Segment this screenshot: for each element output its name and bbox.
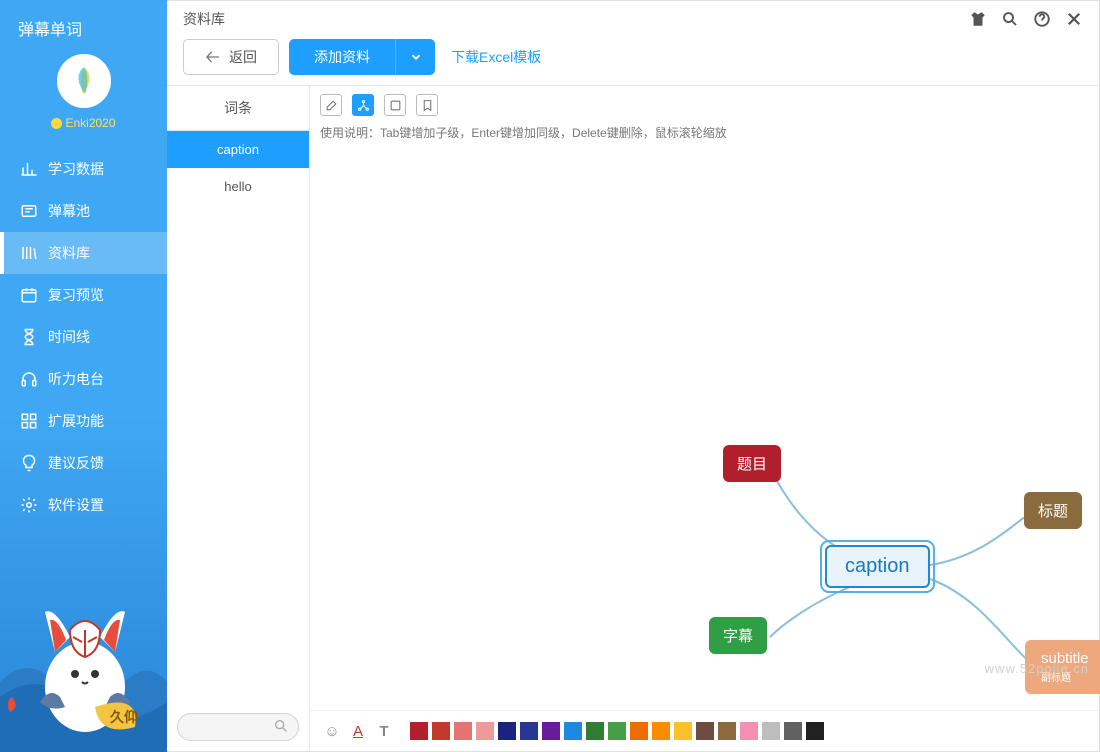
- main-panel: 资料库 返回 添加资料 下载Excel模板: [167, 0, 1100, 752]
- library-icon: [20, 244, 38, 262]
- sidebar-item-feedback[interactable]: 建议反馈: [0, 442, 167, 484]
- sidebar-nav: 学习数据 弹幕池 资料库 复习预览 时间线 听力电台: [0, 148, 167, 526]
- word-item[interactable]: hello: [167, 168, 309, 205]
- mindmap-toolbar: [310, 86, 1099, 124]
- hourglass-icon: [20, 328, 38, 346]
- color-swatch[interactable]: [652, 722, 670, 740]
- color-swatch[interactable]: [630, 722, 648, 740]
- back-button-label: 返回: [229, 47, 257, 67]
- color-swatch[interactable]: [696, 722, 714, 740]
- watermark: www.52pojie.cn: [985, 661, 1089, 676]
- breadcrumb: 资料库: [183, 9, 225, 29]
- search-icon[interactable]: [1001, 10, 1019, 28]
- pool-icon: [20, 202, 38, 220]
- color-swatch[interactable]: [454, 722, 472, 740]
- sidebar-item-label: 听力电台: [48, 369, 104, 389]
- app-title: 弹幕单词: [0, 0, 167, 54]
- emoji-tool-icon[interactable]: ☺: [322, 721, 342, 741]
- sidebar-item-study-data[interactable]: 学习数据: [0, 148, 167, 190]
- back-arrow-icon: [205, 49, 221, 65]
- mindmap-edges: [310, 147, 1099, 710]
- version-label: 本v5.0.0.0: [50, 699, 105, 716]
- mindmap-panel: 使用说明：Tab键增加子级，Enter键增加同级，Delete键删除，鼠标滚轮缩…: [310, 86, 1099, 751]
- chevron-down-icon: [409, 50, 423, 64]
- bulb-icon: [20, 454, 38, 472]
- grid-icon: [20, 412, 38, 430]
- color-swatch[interactable]: [498, 722, 516, 740]
- sidebar-item-label: 资料库: [48, 243, 90, 263]
- add-material-dropdown[interactable]: [395, 39, 435, 75]
- back-button[interactable]: 返回: [183, 39, 279, 75]
- svg-text:久仰: 久仰: [109, 709, 138, 725]
- sidebar-item-settings[interactable]: 软件设置: [0, 484, 167, 526]
- color-swatch[interactable]: [564, 722, 582, 740]
- color-swatch[interactable]: [476, 722, 494, 740]
- word-item[interactable]: caption: [167, 131, 309, 168]
- color-swatch[interactable]: [586, 722, 604, 740]
- sidebar-item-label: 复习预览: [48, 285, 104, 305]
- mindmap-root-node[interactable]: caption: [820, 540, 935, 593]
- sidebar-item-danmu-pool[interactable]: 弹幕池: [0, 190, 167, 232]
- sidebar-item-extensions[interactable]: 扩展功能: [0, 400, 167, 442]
- calendar-icon: [20, 286, 38, 304]
- edit-tool[interactable]: [320, 94, 342, 116]
- avatar[interactable]: [57, 54, 111, 108]
- help-icon[interactable]: [1033, 10, 1051, 28]
- usage-hint: 使用说明：Tab键增加子级，Enter键增加同级，Delete键删除，鼠标滚轮缩…: [310, 124, 1099, 147]
- mindmap-node[interactable]: 题目: [723, 445, 781, 482]
- color-swatch[interactable]: [432, 722, 450, 740]
- gear-icon: [20, 496, 38, 514]
- mascot-illustration: 久仰: [0, 512, 167, 752]
- window-controls: [969, 10, 1083, 28]
- color-swatch[interactable]: [740, 722, 758, 740]
- word-list-header: 词条: [167, 86, 309, 131]
- close-icon[interactable]: [1065, 10, 1083, 28]
- toolbar: 返回 添加资料 下载Excel模板: [167, 33, 1099, 85]
- mindmap-tool[interactable]: [352, 94, 374, 116]
- sidebar-item-label: 软件设置: [48, 495, 104, 515]
- color-swatch[interactable]: [520, 722, 538, 740]
- color-swatch[interactable]: [784, 722, 802, 740]
- mindmap-canvas[interactable]: caption 题目 标题 字幕 subtitle 副标题 www.52poji…: [310, 147, 1099, 710]
- color-swatch[interactable]: [806, 722, 824, 740]
- search-icon: [273, 718, 289, 734]
- chart-icon: [20, 160, 38, 178]
- sidebar-item-library[interactable]: 资料库: [0, 232, 167, 274]
- color-swatch[interactable]: [762, 722, 780, 740]
- headphones-icon: [20, 370, 38, 388]
- color-swatch[interactable]: [718, 722, 736, 740]
- text-color-icon[interactable]: A: [348, 721, 368, 741]
- color-swatch[interactable]: [542, 722, 560, 740]
- username-badge[interactable]: Enki2020: [51, 116, 115, 130]
- color-swatch[interactable]: [410, 722, 428, 740]
- sidebar-item-radio[interactable]: 听力电台: [0, 358, 167, 400]
- mindmap-node[interactable]: 字幕: [709, 617, 767, 654]
- sidebar-item-review-preview[interactable]: 复习预览: [0, 274, 167, 316]
- bookmark-tool[interactable]: [416, 94, 438, 116]
- sidebar-item-timeline[interactable]: 时间线: [0, 316, 167, 358]
- add-button-label: 添加资料: [314, 47, 370, 67]
- sidebar-item-label: 扩展功能: [48, 411, 104, 431]
- text-tool-icon[interactable]: T: [374, 721, 394, 741]
- shirt-icon[interactable]: [969, 10, 987, 28]
- sidebar-item-label: 弹幕池: [48, 201, 90, 221]
- sidebar: 弹幕单词 Enki2020 学习数据 弹幕池 资料库 复习预览: [0, 0, 167, 752]
- add-material-button[interactable]: 添加资料: [289, 39, 395, 75]
- mindmap-node[interactable]: 标题: [1024, 492, 1082, 529]
- word-list-panel: 词条 caption hello: [167, 86, 310, 751]
- sidebar-item-label: 建议反馈: [48, 453, 104, 473]
- color-swatch[interactable]: [674, 722, 692, 740]
- card-tool[interactable]: [384, 94, 406, 116]
- download-template-link[interactable]: 下载Excel模板: [451, 47, 541, 67]
- color-swatch[interactable]: [608, 722, 626, 740]
- color-palette-bar: ☺ A T: [310, 710, 1099, 751]
- sidebar-item-label: 学习数据: [48, 159, 104, 179]
- sidebar-item-label: 时间线: [48, 327, 90, 347]
